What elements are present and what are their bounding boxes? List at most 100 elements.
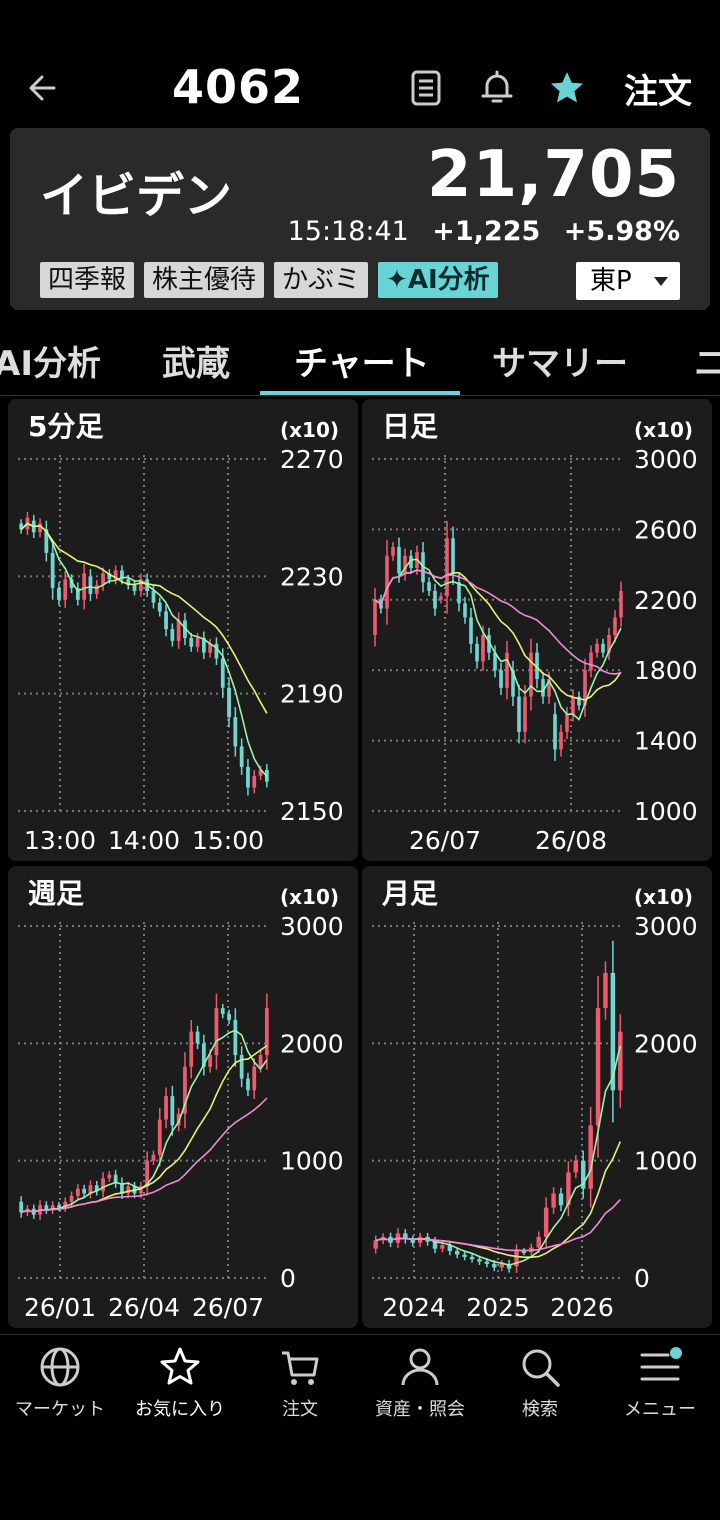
quote-card: イビデン 21,705 15:18:41 +1,225 +5.98% 四季報 株…: [10, 128, 710, 310]
candle-body: [499, 670, 503, 688]
search-icon: [522, 1349, 560, 1387]
nav-market[interactable]: マーケット: [0, 1345, 120, 1421]
candle-body: [427, 582, 431, 591]
candle-body: [239, 1055, 244, 1079]
candle-body: [227, 687, 231, 718]
y-tick-label: 2270: [280, 445, 344, 474]
candle-body: [385, 555, 389, 609]
stock-code: 4062: [171, 60, 305, 114]
chart-panel-weekly[interactable]: (x10) 3000 2000 1000 0 26/01 26/04 26/07 週足: [8, 866, 358, 1328]
candle-body: [164, 611, 168, 630]
candle-body: [619, 591, 623, 618]
y-tick-label: 3000: [280, 912, 344, 941]
chart-title-monthly: 月足: [382, 877, 439, 910]
shikiho-button[interactable]: 四季報: [40, 262, 135, 298]
candle-body: [397, 547, 401, 574]
candle-body: [462, 1254, 467, 1257]
x-tick-label: 13:00: [24, 826, 96, 855]
candle-body: [521, 1251, 527, 1254]
shareholder-benefit-button[interactable]: 株主優待: [144, 262, 265, 298]
candle-body: [373, 599, 377, 635]
x-tick-label: 26/04: [108, 1293, 180, 1322]
y-tick-label: 2150: [280, 797, 344, 826]
candle-body: [69, 1195, 74, 1202]
candle-body: [391, 547, 395, 556]
document-icon[interactable]: [406, 68, 446, 108]
ma-line-mid: [20, 1044, 268, 1214]
tab-musashi[interactable]: 武蔵: [162, 336, 230, 385]
chart-title-5min: 5分足: [28, 410, 104, 443]
tab-summary[interactable]: サマリー: [492, 336, 628, 385]
candle-body: [132, 585, 137, 591]
candle-body: [63, 579, 68, 600]
candle-body: [571, 696, 575, 715]
market-select[interactable]: 東P: [576, 262, 680, 300]
candle-body: [484, 1261, 490, 1264]
tab-ai-analysis[interactable]: AI分析: [0, 336, 101, 385]
x-tick-label: 26/07: [409, 826, 481, 855]
x-tick-label: 2026: [550, 1293, 614, 1322]
y-tick-label: 1400: [634, 727, 698, 756]
tab-news[interactable]: ニ: [694, 336, 720, 385]
candle-body: [220, 658, 225, 688]
candle-body: [126, 1186, 131, 1194]
candle-body: [553, 714, 557, 750]
nav-assets[interactable]: 資産・照会: [360, 1345, 480, 1421]
candle-body: [603, 972, 608, 1009]
candle-body: [451, 538, 455, 574]
x-tick-label: 14:00: [108, 826, 180, 855]
candle-body: [439, 596, 443, 600]
nav-favorites[interactable]: お気に入り: [120, 1345, 240, 1421]
candle-body: [373, 1240, 378, 1249]
y-tick-label: 1000: [634, 1147, 698, 1176]
stock-name: イビデン: [40, 168, 233, 224]
x-tick-label: 26/01: [24, 1293, 96, 1322]
bell-icon[interactable]: [477, 68, 517, 108]
candle-body: [151, 1154, 156, 1161]
candle-body: [164, 1096, 168, 1120]
tab-chart[interactable]: チャート: [294, 336, 430, 385]
candle-body: [499, 1263, 504, 1268]
dropdown-arrow-icon: [654, 277, 668, 286]
y-tick-label: 1000: [634, 797, 698, 826]
candle-body: [417, 1236, 423, 1243]
chart-panel-daily[interactable]: (x10) 3000 2600 2200 1800 1400 1000 26/07 26/08 …: [362, 399, 712, 861]
nav-order[interactable]: 注文: [240, 1345, 360, 1421]
nav-menu[interactable]: メニュー: [600, 1345, 720, 1421]
order-button[interactable]: 注文: [624, 64, 692, 113]
x-tick-label: 2025: [466, 1293, 530, 1322]
candle-body: [595, 1008, 601, 1126]
candle-body: [157, 1119, 162, 1155]
candle-body: [529, 652, 533, 697]
chart-5min: (x10) 2270 2230 2190 2150 13:00 14:00 15:00: [18, 418, 344, 855]
candle-body: [559, 731, 563, 750]
ai-analysis-button[interactable]: ✦AI分析: [378, 262, 498, 298]
active-tab-indicator: [260, 391, 460, 395]
unit-label: (x10): [280, 885, 339, 909]
candle-body: [189, 1031, 194, 1067]
candle-body: [445, 538, 449, 597]
nav-search[interactable]: 検索: [480, 1345, 600, 1421]
candle-body: [214, 643, 219, 659]
quote-time: 15:18:41: [287, 216, 409, 247]
star-filled-icon[interactable]: [547, 68, 587, 108]
nav-search-label: 検索: [522, 1399, 558, 1420]
y-tick-label: 2230: [280, 562, 344, 591]
y-tick-label: 2190: [280, 680, 344, 709]
nav-assets-label: 資産・照会: [375, 1399, 465, 1420]
x-tick-label: 15:00: [192, 826, 264, 855]
candle-body: [57, 588, 61, 600]
candle-body: [246, 1078, 250, 1091]
candle-body: [588, 1125, 593, 1189]
candle-body: [246, 767, 250, 788]
candle-body: [151, 591, 156, 603]
kabumi-button[interactable]: かぶミ: [274, 262, 369, 298]
chart-panel-monthly[interactable]: (x10) 3000 2000 1000 0 2024 2025 2026 月足: [362, 866, 712, 1328]
unit-label: (x10): [280, 418, 339, 442]
x-tick-label: 2024: [382, 1293, 446, 1322]
globe-icon: [40, 1347, 80, 1387]
chart-panel-5min[interactable]: (x10) 2270 2230 2190 2150 13:00 14:00 15:00 5分足: [8, 399, 358, 861]
quote-meta: 15:18:41 +1,225 +5.98%: [274, 216, 680, 247]
candle-body: [19, 1201, 24, 1213]
candle-body: [101, 1178, 105, 1192]
